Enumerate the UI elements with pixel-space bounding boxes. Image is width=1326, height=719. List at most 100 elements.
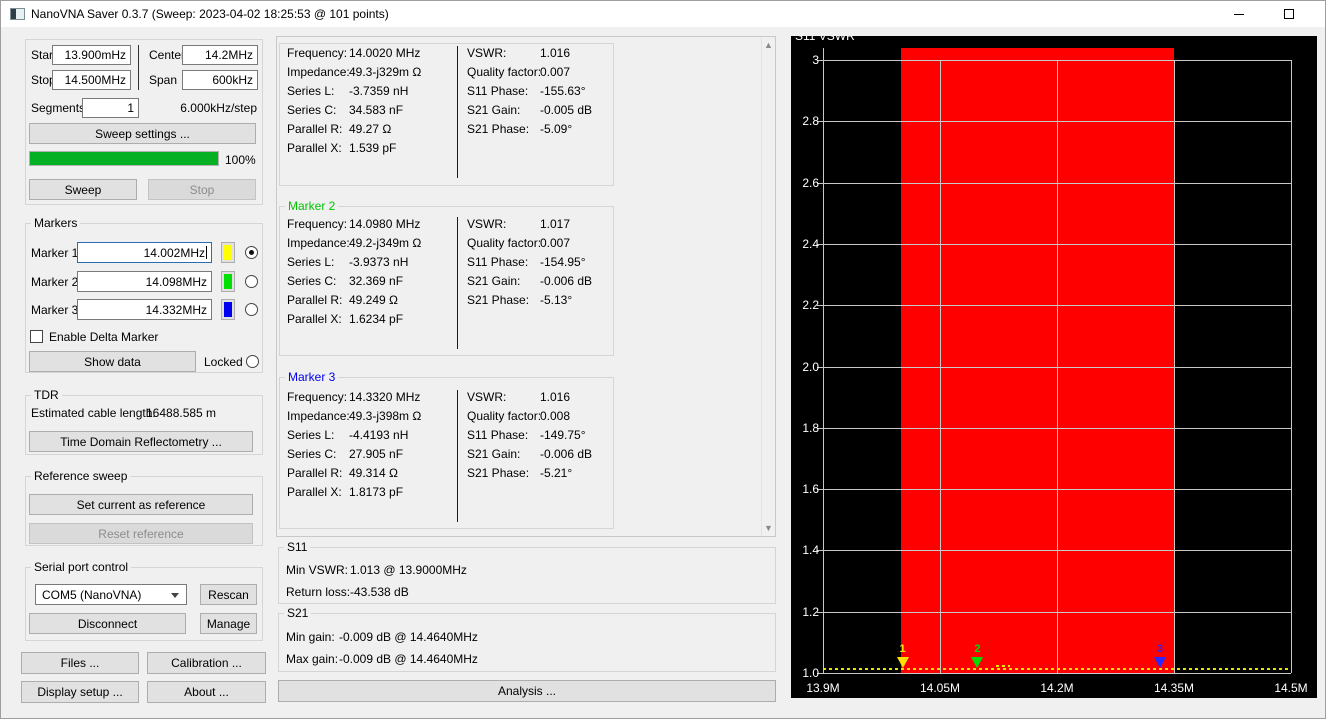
segments-input[interactable]: 1: [82, 98, 139, 118]
field-value: 49.314 Ω: [349, 464, 398, 483]
calibration-button[interactable]: Calibration ...: [147, 652, 266, 674]
sweep-button[interactable]: Sweep: [29, 179, 137, 200]
files-button[interactable]: Files ...: [21, 652, 139, 674]
center-frequency-input[interactable]: 14.2MHz: [182, 45, 258, 65]
span-label: Span: [149, 73, 177, 87]
scroll-down-icon[interactable]: ▼: [762, 523, 775, 533]
cable-length-value: 16488.585 m: [146, 406, 216, 420]
enable-delta-marker-checkbox[interactable]: [30, 330, 43, 343]
field-value: -0.005 dB: [540, 101, 592, 120]
field-label: Parallel R:: [287, 464, 342, 483]
reset-reference-button[interactable]: Reset reference: [29, 523, 253, 544]
marker3-frequency-value: 14.332MHz: [146, 303, 207, 317]
enable-delta-marker-label: Enable Delta Marker: [49, 330, 158, 344]
min-vswr-label: Min VSWR:: [286, 563, 348, 577]
field-label: S21 Phase:: [467, 464, 529, 483]
vertical-scrollbar[interactable]: ▲ ▼: [761, 37, 775, 536]
chart-marker-1[interactable]: [897, 657, 909, 668]
chart-marker-2[interactable]: [971, 657, 983, 668]
disconnect-button[interactable]: Disconnect: [29, 613, 186, 634]
marker2-frequency-value: 14.098MHz: [146, 275, 207, 289]
marker2-frequency-input[interactable]: 14.098MHz: [77, 271, 212, 292]
marker3-radio[interactable]: [245, 303, 258, 316]
field-value: 49.2-j349m Ω: [349, 234, 421, 253]
s21-title: S21: [284, 606, 311, 620]
y-axis-tick-label: 1.0: [791, 666, 819, 680]
marker3-color: [224, 302, 232, 317]
field-label: S21 Phase:: [467, 120, 529, 139]
stop-frequency-input[interactable]: 14.500MHz: [52, 70, 131, 90]
set-reference-button[interactable]: Set current as reference: [29, 494, 253, 515]
field-label: Quality factor:: [467, 234, 541, 253]
field-value: 14.3320 MHz: [349, 388, 420, 407]
marker2-data-box: Marker 2 Frequency:14.0980 MHzImpedance:…: [279, 206, 614, 356]
x-axis-tick-label: 13.9M: [793, 681, 853, 695]
field-value: 0.007: [540, 63, 570, 82]
field-value: -5.09°: [540, 120, 572, 139]
field-value: -5.13°: [540, 291, 572, 310]
field-label: Parallel X:: [287, 483, 342, 502]
field-label: Impedance:: [287, 63, 350, 82]
y-axis-tick-label: 2.0: [791, 360, 819, 374]
field-value: 1.016: [540, 44, 570, 63]
marker3-frequency-input[interactable]: 14.332MHz: [77, 299, 212, 320]
field-label: Frequency:: [287, 44, 347, 63]
sweep-divider: [138, 45, 139, 90]
marker1-radio[interactable]: [245, 246, 258, 259]
return-loss-value: -43.538 dB: [350, 585, 409, 599]
marker3-color-swatch[interactable]: [221, 299, 235, 320]
vswr-chart[interactable]: S11 VSWR 32.82.62.42.22.01.81.61.41.21.0…: [791, 36, 1317, 698]
field-label: S11 Phase:: [467, 82, 528, 101]
column-divider: [457, 390, 458, 522]
start-frequency-input[interactable]: 13.900mHz: [52, 45, 131, 65]
field-value: -5.21°: [540, 464, 572, 483]
span-input[interactable]: 600kHz: [182, 70, 258, 90]
span-value: 600kHz: [212, 73, 253, 87]
start-frequency-value: 13.900mHz: [65, 48, 126, 62]
s21-info-box: S21 Min gain: -0.009 dB @ 14.4640MHz Max…: [278, 613, 776, 672]
app-window: NanoVNA Saver 0.3.7 (Sweep: 2023-04-02 1…: [0, 0, 1326, 719]
marker1-color-swatch[interactable]: [221, 242, 235, 263]
field-label: S21 Gain:: [467, 101, 520, 120]
marker2-data-title: Marker 2: [285, 199, 338, 213]
window-title: NanoVNA Saver 0.3.7 (Sweep: 2023-04-02 1…: [31, 7, 389, 21]
x-axis-tick-label: 14.35M: [1144, 681, 1204, 695]
minimize-button[interactable]: [1219, 1, 1259, 27]
text-caret: [206, 246, 207, 259]
stop-button[interactable]: Stop: [148, 179, 256, 200]
field-label: Series C:: [287, 445, 336, 464]
marker2-radio[interactable]: [245, 275, 258, 288]
chart-marker-number: 3: [1150, 643, 1170, 655]
markers-group-title: Markers: [31, 216, 80, 230]
s11-title: S11: [284, 540, 310, 554]
scroll-up-icon[interactable]: ▲: [762, 40, 775, 50]
field-value: -0.006 dB: [540, 272, 592, 291]
tdr-button[interactable]: Time Domain Reflectometry ...: [29, 431, 253, 452]
marker2-color-swatch[interactable]: [221, 271, 235, 292]
field-value: 1.8173 pF: [349, 483, 403, 502]
y-axis-tick-label: 1.6: [791, 482, 819, 496]
field-label: VSWR:: [467, 44, 506, 63]
h-gridline: [823, 673, 1291, 674]
chart-marker-3[interactable]: [1154, 657, 1166, 668]
rescan-button[interactable]: Rescan: [200, 584, 257, 605]
show-data-button[interactable]: Show data: [29, 351, 196, 372]
about-button[interactable]: About ...: [147, 681, 266, 703]
step-info: 6.000kHz/step: [151, 101, 257, 115]
field-label: S11 Phase:: [467, 426, 528, 445]
y-axis-tick-label: 3: [791, 53, 819, 67]
marker1-color: [224, 245, 232, 260]
app-icon: [10, 8, 25, 20]
maximize-button[interactable]: [1269, 1, 1309, 27]
display-setup-button[interactable]: Display setup ...: [21, 681, 139, 703]
column-divider: [457, 217, 458, 349]
manage-button[interactable]: Manage: [200, 613, 257, 634]
marker1-data-box: Frequency:14.0020 MHzImpedance:49.3-j329…: [279, 43, 614, 186]
com-port-select[interactable]: COM5 (NanoVNA): [35, 584, 187, 605]
locked-radio[interactable]: [246, 355, 259, 368]
analysis-button[interactable]: Analysis ...: [278, 680, 776, 702]
field-label: S21 Gain:: [467, 272, 520, 291]
center-frequency-value: 14.2MHz: [205, 48, 253, 62]
marker1-frequency-input[interactable]: 14.002MHz: [77, 242, 212, 263]
sweep-settings-button[interactable]: Sweep settings ...: [29, 123, 256, 144]
